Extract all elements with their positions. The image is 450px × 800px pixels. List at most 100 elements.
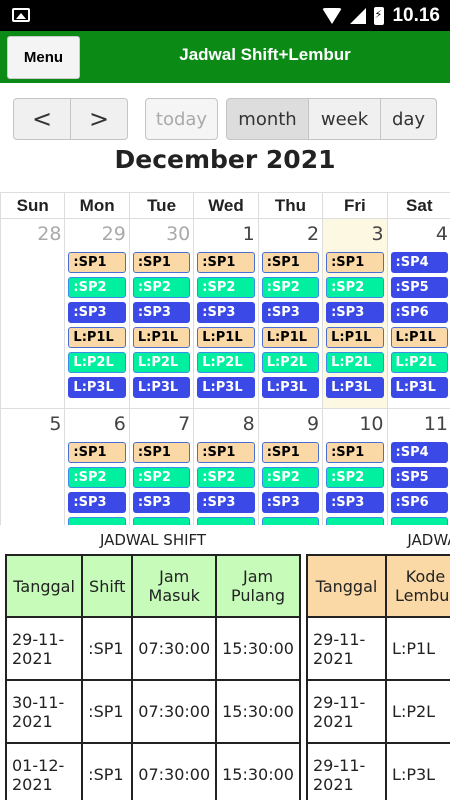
calendar-event[interactable]: L:P2L (68, 352, 126, 373)
calendar-event[interactable]: :SP2 (132, 277, 191, 298)
calendar-event[interactable]: :SP2 (261, 467, 320, 488)
calendar-event[interactable]: :SP1 (326, 252, 384, 273)
calendar-event[interactable]: L:P1L (390, 327, 448, 348)
calendar-event[interactable]: :SP5 (390, 467, 448, 488)
calendar-event[interactable]: :SP1 (261, 442, 320, 463)
calendar-event[interactable] (197, 517, 255, 525)
table-row[interactable]: 29-11-2021 L:P3L (305, 742, 450, 800)
calendar-day-cell[interactable]: 8:SP1 :SP2 :SP3 (193, 408, 259, 525)
table-row[interactable]: 29-11-2021 L:P1L (305, 616, 450, 681)
calendar-event[interactable]: :SP2 (68, 467, 126, 488)
next-button[interactable]: > (70, 98, 128, 140)
calendar-event[interactable]: :SP6 (390, 302, 448, 323)
calendar-event[interactable]: :SP3 (68, 492, 126, 513)
day-number[interactable]: 7 (130, 409, 193, 442)
calendar-day-cell[interactable]: 2:SP1:SP2:SP3 L:P1L L:P2L L:P3L (257, 218, 324, 409)
day-number[interactable]: 8 (194, 409, 257, 442)
calendar-event[interactable]: L:P2L (132, 352, 191, 373)
day-number[interactable]: 4 (388, 219, 450, 252)
calendar-event[interactable]: :SP2 (197, 467, 255, 488)
calendar-day-cell[interactable]: 5 (0, 408, 66, 525)
calendar-event[interactable] (326, 517, 384, 525)
calendar-event[interactable]: L:P1L (197, 327, 255, 348)
calendar-event[interactable]: :SP3 (132, 302, 191, 323)
calendar-event[interactable]: :SP2 (261, 277, 320, 298)
calendar-event[interactable]: L:P3L (390, 377, 448, 398)
calendar-event[interactable]: :SP3 (326, 302, 384, 323)
calendar-event[interactable]: :SP1 (197, 252, 255, 273)
table-row[interactable]: 29-11-2021:SP1 07:30:00 15:30:00 (4, 616, 301, 681)
calendar-event[interactable]: :SP1 (326, 442, 384, 463)
calendar-event[interactable]: :SP3 (197, 492, 255, 513)
calendar-event[interactable]: L:P2L (390, 352, 448, 373)
calendar-event[interactable]: :SP1 (261, 252, 320, 273)
day-number[interactable]: 10 (323, 409, 386, 442)
calendar-event[interactable] (68, 517, 126, 525)
calendar-event[interactable]: L:P3L (68, 377, 126, 398)
calendar-day-cell[interactable]: 4:SP4 :SP5 :SP6 L:P1L L:P2L L:P3L (386, 218, 450, 409)
calendar-day-cell[interactable]: 9:SP1 :SP2 :SP3 (257, 408, 324, 525)
calendar-event[interactable]: :SP3 (326, 492, 384, 513)
day-number[interactable]: 3 (323, 219, 386, 252)
calendar-event[interactable]: L:P3L (197, 377, 255, 398)
calendar-day-cell[interactable]: 11:SP4 :SP5 :SP6 (386, 408, 450, 525)
calendar-event[interactable]: L:P2L (197, 352, 255, 373)
calendar-day-cell[interactable]: 28 (0, 218, 66, 409)
calendar-event[interactable]: :SP2 (197, 277, 255, 298)
prev-button[interactable]: < (13, 98, 71, 140)
calendar-event[interactable]: :SP1 (68, 442, 126, 463)
calendar-day-cell[interactable]: 29:SP1 :SP2 :SP3 L:P1L L:P2L L:P3L (64, 218, 130, 409)
calendar-day-cell[interactable]: 7:SP1 :SP2 :SP3 (128, 408, 195, 525)
calendar-event[interactable]: L:P3L (261, 377, 320, 398)
calendar-day-cell[interactable]: 1:SP1 :SP2 :SP3 L:P1L L:P2L L:P3L (193, 218, 259, 409)
calendar-event[interactable]: :SP2 (68, 277, 126, 298)
calendar-event[interactable]: :SP3 (261, 492, 320, 513)
calendar-event[interactable]: :SP2 (326, 467, 384, 488)
table-row[interactable]: 29-11-2021 L:P2L (305, 679, 450, 744)
calendar-event[interactable]: :SP4 (390, 252, 448, 273)
calendar-event[interactable]: L:P3L (132, 377, 191, 398)
day-number[interactable]: 11 (388, 409, 450, 442)
calendar-event[interactable] (132, 517, 191, 525)
calendar-event[interactable]: :SP1 (197, 442, 255, 463)
today-button[interactable]: today (145, 98, 218, 140)
calendar-event[interactable]: :SP5 (390, 277, 448, 298)
day-number[interactable]: 5 (1, 409, 64, 442)
day-number[interactable]: 1 (194, 219, 257, 252)
calendar-event[interactable]: :SP3 (132, 492, 191, 513)
month-view-button[interactable]: month (226, 98, 309, 140)
calendar-event[interactable]: :SP2 (326, 277, 384, 298)
day-number[interactable]: 9 (259, 409, 322, 442)
calendar-event[interactable]: :SP3 (197, 302, 255, 323)
table-row[interactable]: 01-12-2021:SP1 07:30:00 15:30:00 (4, 742, 301, 800)
calendar-event[interactable]: :SP2 (132, 467, 191, 488)
calendar-event[interactable] (390, 517, 448, 525)
table-row[interactable]: 30-11-2021:SP1 07:30:00 15:30:00 (4, 679, 301, 744)
calendar-event[interactable] (261, 517, 320, 525)
calendar-event[interactable]: :SP6 (390, 492, 448, 513)
calendar-event[interactable]: L:P3L (326, 377, 384, 398)
calendar-event[interactable]: L:P1L (261, 327, 320, 348)
calendar-event[interactable]: :SP1 (68, 252, 126, 273)
calendar-event[interactable]: L:P1L (326, 327, 384, 348)
day-number[interactable]: 6 (65, 409, 128, 442)
calendar-event[interactable]: L:P2L (261, 352, 320, 373)
calendar-event[interactable]: :SP1 (132, 252, 191, 273)
calendar-event[interactable]: :SP3 (68, 302, 126, 323)
calendar-event[interactable]: L:P1L (132, 327, 191, 348)
calendar-event[interactable]: L:P2L (326, 352, 384, 373)
calendar-event[interactable]: L:P1L (68, 327, 126, 348)
calendar-event[interactable]: :SP4 (390, 442, 448, 463)
day-number[interactable]: 28 (1, 219, 64, 252)
calendar-event[interactable]: :SP3 (261, 302, 320, 323)
day-number[interactable]: 29 (65, 219, 128, 252)
day-number[interactable]: 30 (130, 219, 193, 252)
menu-button[interactable]: Menu (7, 36, 80, 79)
calendar-event[interactable]: :SP1 (132, 442, 191, 463)
week-view-button[interactable]: week (308, 98, 381, 140)
day-view-button[interactable]: day (380, 98, 437, 140)
calendar-day-cell[interactable]: 30:SP1 :SP2 :SP3 L:P1L L:P2L L:P3L (128, 218, 195, 409)
calendar-day-cell[interactable]: 6:SP1 :SP2 :SP3 (64, 408, 130, 525)
calendar-day-cell[interactable]: 3:SP1 :SP2 :SP3 L:P1L L:P2L L:P3L (322, 218, 388, 409)
calendar-day-cell[interactable]: 10:SP1 :SP2 :SP3 (322, 408, 388, 525)
